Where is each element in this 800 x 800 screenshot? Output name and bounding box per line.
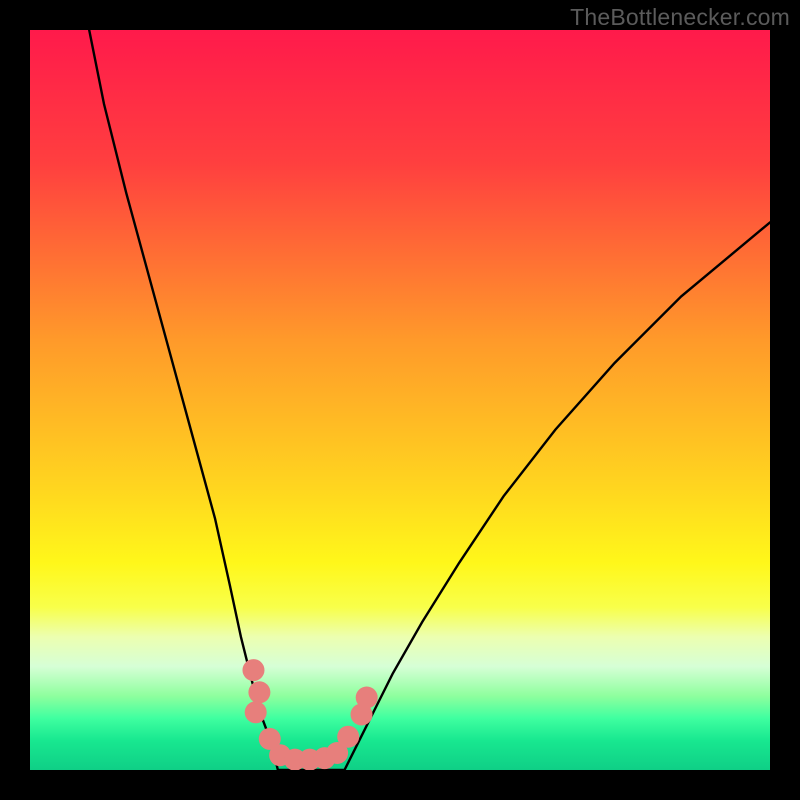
curve-line bbox=[89, 30, 770, 770]
chart-frame: TheBottlenecker.com bbox=[0, 0, 800, 800]
chart-curves bbox=[30, 30, 770, 770]
data-markers bbox=[242, 659, 377, 770]
data-marker bbox=[337, 726, 359, 748]
plot-area bbox=[30, 30, 770, 770]
watermark-text: TheBottlenecker.com bbox=[570, 4, 790, 31]
data-marker bbox=[242, 659, 264, 681]
data-marker bbox=[356, 686, 378, 708]
data-marker bbox=[245, 701, 267, 723]
data-marker bbox=[248, 681, 270, 703]
